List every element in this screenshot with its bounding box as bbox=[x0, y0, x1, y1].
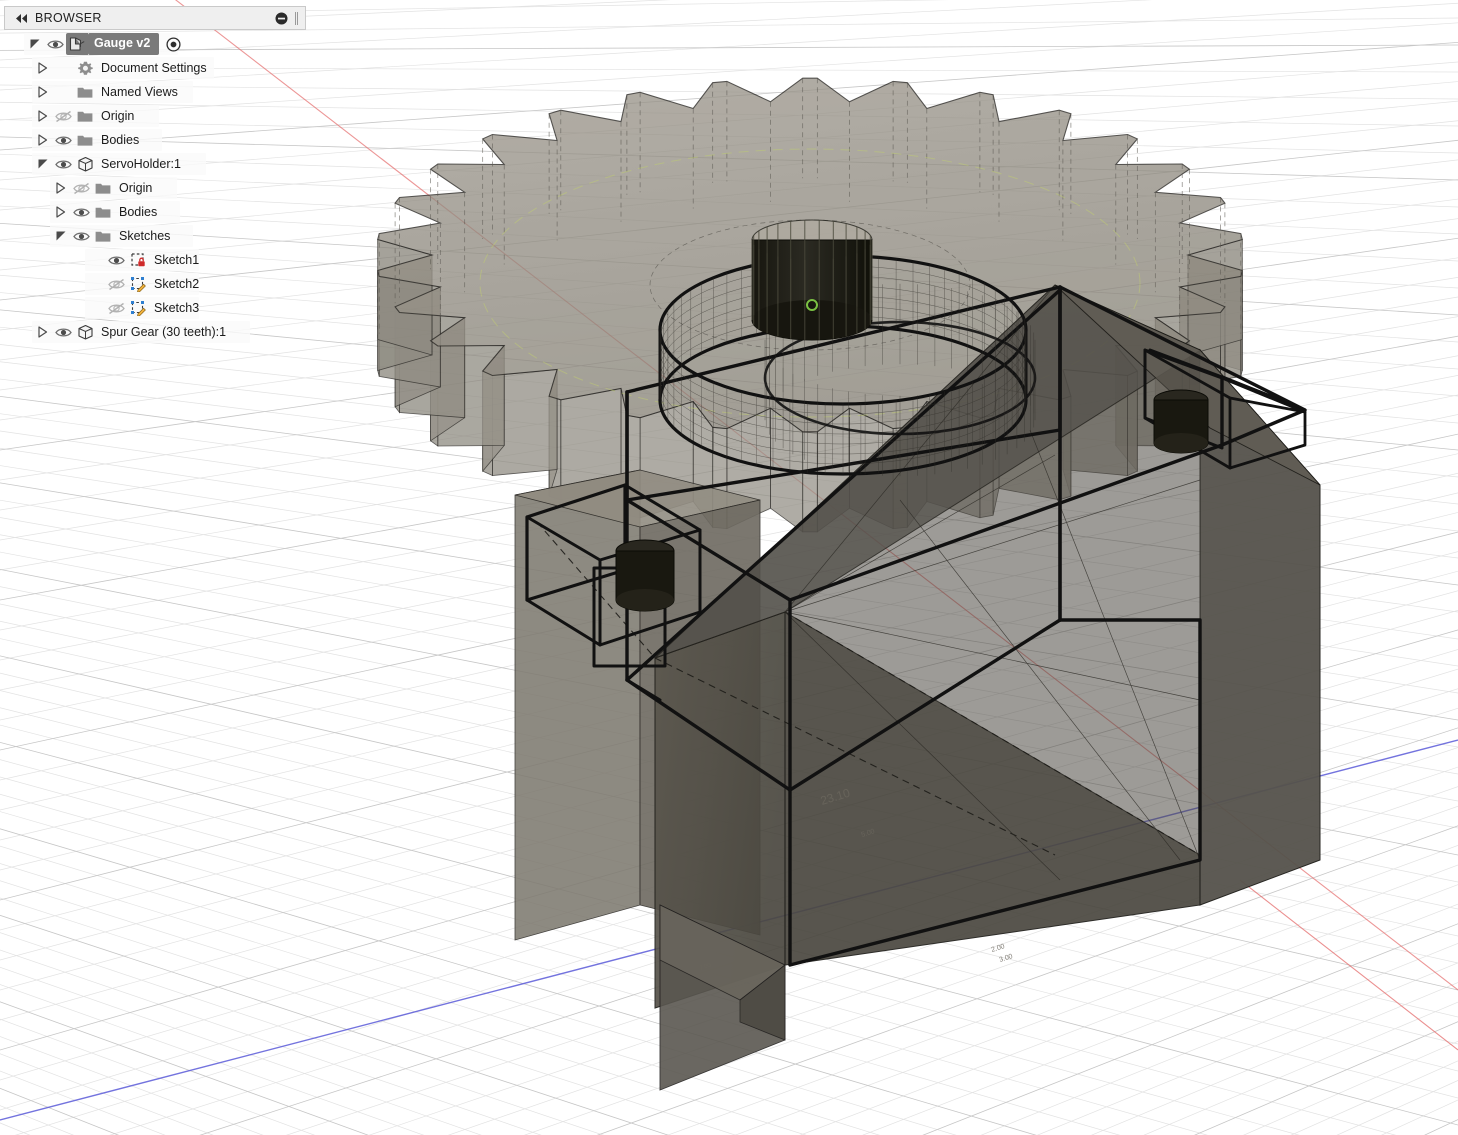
folder-icon bbox=[74, 129, 96, 151]
chevron-collapsed-icon[interactable] bbox=[34, 105, 52, 127]
tree-row-sketches[interactable]: Sketches bbox=[4, 224, 306, 248]
eye-visible-icon[interactable] bbox=[105, 249, 127, 271]
tree-row-label: Sketch3 bbox=[154, 301, 200, 315]
visibility-spacer bbox=[52, 57, 74, 79]
folder-icon bbox=[92, 201, 114, 223]
folder-icon bbox=[74, 81, 96, 103]
chevron-collapsed-icon[interactable] bbox=[34, 129, 52, 151]
eye-hidden-icon[interactable] bbox=[105, 297, 127, 319]
tree-row-label: Sketches bbox=[119, 229, 171, 243]
tree-row-sketch3[interactable]: Sketch3 bbox=[4, 296, 306, 320]
tree-row-spur-gear-30-teeth-1[interactable]: Spur Gear (30 teeth):1 bbox=[4, 320, 306, 344]
activate-target-icon[interactable] bbox=[163, 34, 183, 54]
tree-row-label: ServoHolder:1 bbox=[101, 157, 181, 171]
tree-row-label: Named Views bbox=[101, 85, 178, 99]
eye-visible-icon[interactable] bbox=[70, 225, 92, 247]
screw-post-left[interactable] bbox=[615, 539, 675, 612]
tree-row-label: Spur Gear (30 teeth):1 bbox=[101, 325, 227, 339]
tree-row-sketch1[interactable]: Sketch1 bbox=[4, 248, 306, 272]
tree-row-label: Sketch1 bbox=[154, 253, 200, 267]
tree-row-gauge-v2[interactable]: Gauge v2 bbox=[4, 32, 306, 56]
folder-icon bbox=[92, 225, 114, 247]
eye-visible-icon[interactable] bbox=[44, 33, 66, 55]
servo-horn[interactable] bbox=[751, 219, 873, 341]
tree-row-label: Bodies bbox=[119, 205, 158, 219]
sketch-editable-icon bbox=[127, 297, 149, 319]
chevron-expanded-icon[interactable] bbox=[26, 33, 44, 55]
tree-row-label: Sketch2 bbox=[154, 277, 200, 291]
dimension-label: 3.00 bbox=[999, 953, 1014, 964]
browser-tree[interactable]: Gauge v2 Document Settings Named Views O… bbox=[4, 30, 306, 344]
sketch-locked-icon bbox=[127, 249, 149, 271]
browser-panel-header[interactable]: BROWSER bbox=[4, 6, 306, 30]
eye-hidden-icon[interactable] bbox=[105, 273, 127, 295]
folder-icon bbox=[74, 105, 96, 127]
chevron-collapsed-icon[interactable] bbox=[34, 57, 52, 79]
component-icon bbox=[74, 153, 96, 175]
tree-row-label: Origin bbox=[101, 109, 135, 123]
browser-panel[interactable]: BROWSER Gauge v2 Document Settings Named… bbox=[4, 6, 306, 344]
tree-row-document-settings[interactable]: Document Settings bbox=[4, 56, 306, 80]
eye-hidden-icon[interactable] bbox=[70, 177, 92, 199]
chevron-collapsed-icon[interactable] bbox=[34, 81, 52, 103]
resize-grip-icon[interactable] bbox=[295, 11, 298, 25]
tree-row-origin[interactable]: Origin bbox=[4, 104, 306, 128]
tree-row-label: Document Settings bbox=[101, 61, 207, 75]
tree-expander-spacer bbox=[87, 249, 105, 271]
folder-icon bbox=[92, 177, 114, 199]
visibility-spacer bbox=[52, 81, 74, 103]
eye-visible-icon[interactable] bbox=[52, 321, 74, 343]
dimension-label: 2.00 bbox=[991, 943, 1006, 954]
eye-hidden-icon[interactable] bbox=[52, 105, 74, 127]
eye-visible-icon[interactable] bbox=[52, 129, 74, 151]
fusion-360-window: 23.10 5.00 2.00 3.00 7.00 BROWSER Gauge … bbox=[0, 0, 1458, 1135]
chevron-collapsed-icon[interactable] bbox=[34, 321, 52, 343]
minimize-circle-icon[interactable] bbox=[273, 10, 289, 26]
eye-visible-icon[interactable] bbox=[70, 201, 92, 223]
chevron-collapsed-icon[interactable] bbox=[52, 201, 70, 223]
tree-row-servoholder-1[interactable]: ServoHolder:1 bbox=[4, 152, 306, 176]
gear-icon bbox=[74, 57, 96, 79]
tree-expander-spacer bbox=[87, 273, 105, 295]
eye-visible-icon[interactable] bbox=[52, 153, 74, 175]
screw-post-right[interactable] bbox=[1153, 389, 1209, 454]
component-icon bbox=[74, 321, 96, 343]
chevron-expanded-icon[interactable] bbox=[52, 225, 70, 247]
tree-expander-spacer bbox=[87, 297, 105, 319]
tree-row-named-views[interactable]: Named Views bbox=[4, 80, 306, 104]
tree-row-origin[interactable]: Origin bbox=[4, 176, 306, 200]
tree-row-label: Gauge v2 bbox=[88, 33, 160, 55]
tree-row-bodies[interactable]: Bodies bbox=[4, 128, 306, 152]
browser-panel-title: BROWSER bbox=[35, 11, 102, 25]
component-document-icon bbox=[66, 33, 88, 55]
double-left-arrow-icon[interactable] bbox=[13, 11, 29, 25]
chevron-collapsed-icon[interactable] bbox=[52, 177, 70, 199]
tree-row-sketch2[interactable]: Sketch2 bbox=[4, 272, 306, 296]
chevron-expanded-icon[interactable] bbox=[34, 153, 52, 175]
tree-row-label: Bodies bbox=[101, 133, 140, 147]
sketch-editable-icon bbox=[127, 273, 149, 295]
tree-row-bodies[interactable]: Bodies bbox=[4, 200, 306, 224]
tree-row-label: Origin bbox=[119, 181, 153, 195]
